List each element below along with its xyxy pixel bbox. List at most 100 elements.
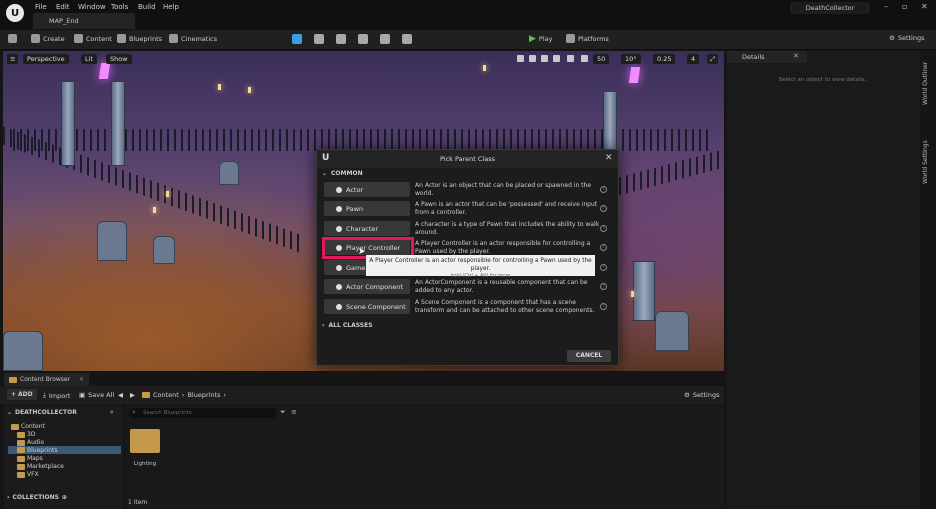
grid-snap-button[interactable]: 50 [593, 54, 610, 64]
import-button[interactable]: ⤓ Import [43, 391, 70, 400]
pawn-class-label: Pawn [346, 204, 364, 213]
viewport-menu-icon[interactable]: ≡ [7, 54, 19, 64]
close-dialog-icon[interactable]: ✕ [605, 153, 613, 163]
world-local-icon[interactable] [567, 55, 574, 62]
breadcrumb-content[interactable]: Content [153, 391, 179, 399]
actor-class-button[interactable]: Actor [324, 182, 410, 197]
collections-header[interactable]: › COLLECTIONS ⊕ [7, 494, 67, 501]
landscape-mode-icon[interactable] [314, 34, 324, 44]
scene-component-class-button[interactable]: Scene Component [324, 299, 410, 314]
content-button[interactable]: Content [74, 34, 112, 43]
tree-item-3d[interactable]: 3D [17, 431, 35, 438]
minimize-icon[interactable]: – [884, 2, 888, 11]
tree-item-marketplace[interactable]: Marketplace [17, 463, 64, 470]
perspective-button[interactable]: Perspective [23, 54, 69, 64]
help-icon[interactable]: ? [600, 225, 607, 232]
lighting-folder-icon[interactable] [130, 429, 160, 453]
close-window-icon[interactable]: ✕ [921, 2, 928, 11]
maximize-viewport-icon[interactable]: ⤢ [707, 54, 719, 64]
gear-icon: ⚙ [684, 391, 690, 399]
history-forward-icon[interactable]: ▶ [130, 391, 135, 399]
common-header-label: COMMON [331, 170, 363, 177]
import-icon: ⤓ [43, 391, 46, 399]
plus-icon: + [11, 391, 17, 398]
breadcrumb-blueprints[interactable]: Blueprints [187, 391, 220, 399]
help-icon[interactable]: ? [600, 303, 607, 310]
cinematics-icon [169, 34, 178, 43]
fracture-mode-icon[interactable] [402, 34, 412, 44]
world-settings-tab[interactable]: World Settings [922, 140, 929, 184]
tree-item-audio[interactable]: Audio [17, 439, 44, 446]
gear-icon: ⚙ [889, 34, 895, 42]
search-input[interactable]: Search Blueprints [129, 408, 277, 418]
asset-view: Search Blueprints ⌕ ⏷ ≡ Lighting 1 item [126, 405, 724, 509]
tree-item-maps[interactable]: Maps [17, 455, 43, 462]
details-panel: Details ✕ Select an object to view detai… [727, 51, 918, 509]
character-class-button[interactable]: Character [324, 221, 410, 236]
menu-tools[interactable]: Tools [111, 3, 128, 11]
map-tab[interactable]: MAP_End [33, 13, 135, 29]
tree-item-content[interactable]: Content [11, 423, 45, 430]
menu-window[interactable]: Window [78, 3, 106, 11]
help-icon[interactable]: ? [600, 186, 607, 193]
mesh-paint-mode-icon[interactable] [358, 34, 368, 44]
world-outliner-tab[interactable]: World Outliner [922, 62, 929, 105]
all-classes-section-header[interactable]: › ALL CLASSES [322, 322, 373, 329]
close-tab-icon[interactable]: ✕ [79, 376, 84, 383]
settings-button[interactable]: ⚙ Settings [889, 34, 925, 42]
blueprints-button[interactable]: Blueprints [117, 34, 162, 43]
scale-tool-icon[interactable] [553, 55, 560, 62]
close-tab-icon[interactable]: ✕ [793, 52, 799, 60]
camera-speed-button[interactable]: 4 [687, 54, 700, 64]
show-button[interactable]: Show [106, 54, 132, 64]
menu-help[interactable]: Help [163, 3, 179, 11]
scene-component-icon [336, 303, 342, 310]
save-all-button[interactable]: ▣ Save All [79, 391, 114, 399]
content-browser-tab-bar: Content Browser ✕ [0, 372, 724, 386]
foliage-mode-icon[interactable] [336, 34, 346, 44]
create-icon [31, 34, 40, 43]
folder-icon [17, 439, 25, 446]
blueprints-icon [117, 34, 126, 43]
create-button[interactable]: Create [31, 34, 65, 43]
translate-tool-icon[interactable] [529, 55, 536, 62]
menu-file[interactable]: File [35, 3, 47, 11]
unreal-logo-icon[interactable]: U [6, 4, 24, 22]
help-icon[interactable]: ? [600, 244, 607, 251]
rotation-snap-button[interactable]: 10° [621, 54, 641, 64]
history-back-icon[interactable]: ◀ [118, 391, 123, 399]
tree-item-blueprints[interactable]: Blueprints [8, 446, 121, 454]
add-button[interactable]: + ADD [7, 389, 37, 400]
rotate-tool-icon[interactable] [541, 55, 548, 62]
filter-icon[interactable]: ⏷ [280, 408, 286, 417]
tree-item-vfx[interactable]: VFX [17, 471, 39, 478]
cancel-button[interactable]: CANCEL [567, 350, 611, 362]
lighting-folder-label[interactable]: Lighting [126, 461, 164, 467]
add-collection-icon[interactable]: ⊕ [62, 494, 67, 501]
platforms-button[interactable]: Platforms [566, 34, 609, 43]
actor-component-class-button[interactable]: Actor Component [324, 279, 410, 294]
content-settings-button[interactable]: ⚙ Settings [684, 391, 720, 399]
pawn-class-button[interactable]: Pawn [324, 201, 410, 216]
common-section-header[interactable]: ⌄ COMMON [322, 170, 363, 177]
select-mode-icon[interactable] [292, 34, 302, 44]
save-icon[interactable] [8, 34, 17, 43]
scale-snap-button[interactable]: 0.25 [653, 54, 676, 64]
search-icon[interactable]: ⌕ [110, 408, 114, 417]
menu-edit[interactable]: Edit [56, 3, 70, 11]
project-header[interactable]: ⌄ DEATHCOLLECTOR [7, 409, 77, 416]
maximize-icon[interactable]: ▫ [902, 2, 907, 11]
help-icon[interactable]: ? [600, 283, 607, 290]
play-button[interactable]: ▶ Play [529, 34, 552, 44]
cinematics-button[interactable]: Cinematics [169, 34, 217, 43]
help-icon[interactable]: ? [600, 205, 607, 212]
modeling-mode-icon[interactable] [380, 34, 390, 44]
content-browser-tab[interactable]: Content Browser ✕ [4, 373, 90, 386]
lit-button[interactable]: Lit [81, 54, 97, 64]
select-tool-icon[interactable] [517, 55, 524, 62]
candle [631, 291, 634, 297]
surface-snap-icon[interactable] [581, 55, 588, 62]
menu-build[interactable]: Build [138, 3, 156, 11]
filter-options-icon[interactable]: ≡ [291, 408, 297, 416]
help-icon[interactable]: ? [600, 264, 607, 271]
